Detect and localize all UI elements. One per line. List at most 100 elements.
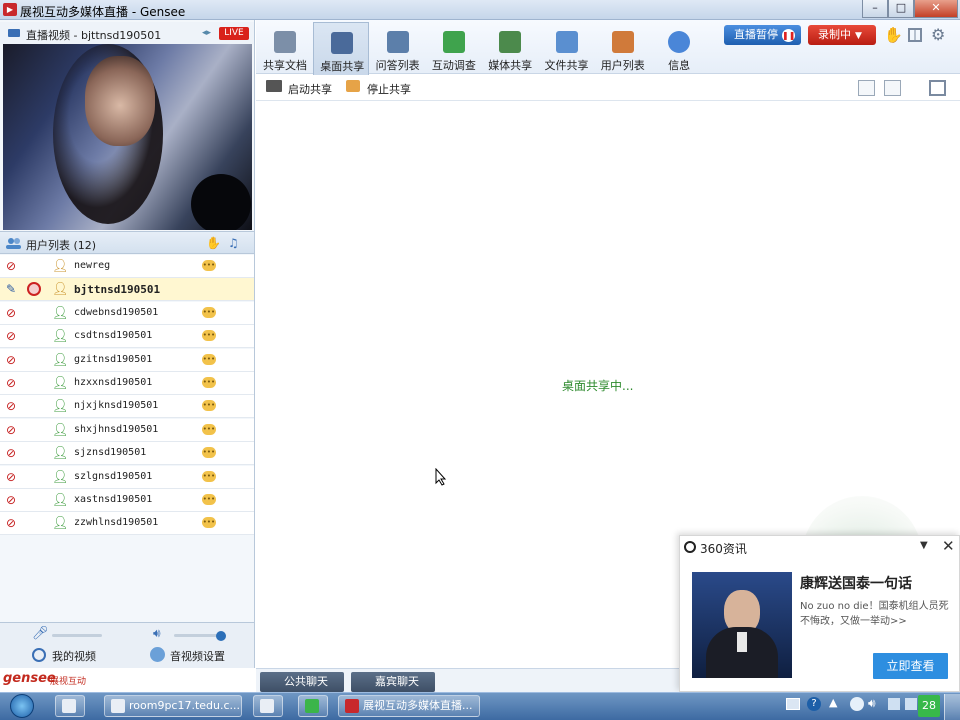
user-row[interactable]: ⊘ 👤︎ gzitnsd190501 ••• [0, 348, 254, 372]
user-row[interactable]: ⊘ 👤︎ newreg ••• [0, 255, 254, 278]
microphone-active-icon[interactable]: ✎ [6, 283, 19, 296]
microphone-muted-icon[interactable]: ⊘ [6, 447, 19, 460]
taskbar-item[interactable] [253, 695, 283, 717]
microphone-muted-icon[interactable]: ⊘ [6, 306, 19, 320]
microphone-muted-icon[interactable]: ⊘ [6, 260, 19, 273]
chat-bubble-icon[interactable]: ••• [202, 260, 216, 271]
user-row[interactable]: ⊘ 👤︎ sjznsd190501 ••• [0, 442, 254, 466]
tab-toolbar-4[interactable]: 媒体共享 [482, 22, 538, 76]
tab-toolbar-0[interactable]: 共享文档 [257, 22, 313, 76]
user-name: xastnsd190501 [74, 494, 153, 505]
mic-volume-slider[interactable] [52, 634, 102, 637]
user-name: gzitnsd190501 [74, 353, 153, 365]
raise-hand-icon[interactable]: ✋ [884, 26, 903, 44]
fit-screen-icon[interactable] [858, 80, 875, 96]
tab-toolbar-1[interactable]: 桌面共享 [313, 22, 370, 76]
speaker-icon[interactable]: 🔊︎ [153, 626, 161, 641]
taskbar-item[interactable] [298, 695, 328, 717]
user-list-title: 用户列表 (12) [26, 239, 97, 252]
minimize-button[interactable]: – [862, 0, 888, 18]
layout-grid-icon[interactable] [908, 28, 922, 42]
chat-bubble-icon[interactable]: ••• [202, 400, 216, 412]
chat-bubble-icon[interactable]: ••• [202, 447, 216, 459]
video-frame-shadow [191, 174, 251, 230]
display-icon[interactable] [888, 698, 900, 710]
user-row[interactable]: ⊘ 👤︎ cdwebnsd190501 ••• [0, 301, 254, 325]
window-titlebar[interactable]: ▶ 展视互动多媒体直播 - Gensee – □ ✕ [0, 0, 960, 20]
news-summary[interactable]: No zuo no die！国泰机组人员死不悔改，又做一举动>> [800, 599, 954, 629]
news-headline[interactable]: 康辉送国泰一句话 [800, 573, 912, 593]
microphone-muted-icon[interactable]: ⊘ [6, 517, 19, 530]
camera-live-icon[interactable] [27, 282, 41, 297]
user-row[interactable]: ⊘ 👤︎ csdtnsd190501 ••• [0, 325, 254, 349]
raise-hand-icon[interactable]: ✋ [206, 236, 221, 250]
chat-bubble-icon[interactable]: ••• [202, 353, 216, 365]
fullscreen-icon[interactable] [929, 80, 946, 96]
user-icon: 👤︎ [52, 329, 69, 345]
view-now-button[interactable]: 立即查看 [873, 653, 948, 679]
chat-bubble-icon[interactable]: ••• [202, 306, 216, 318]
tray-up-icon[interactable]: ▲ [829, 696, 837, 709]
speaker-volume-knob[interactable] [215, 631, 226, 641]
start-button[interactable] [4, 692, 44, 720]
microphone-muted-icon[interactable]: ⊘ [6, 470, 19, 484]
tab-guest-chat[interactable]: 嘉宾聊天 [351, 672, 435, 692]
maximize-button[interactable]: □ [888, 0, 914, 18]
user-row[interactable]: ⊘ 👤︎ shxjhnsd190501 ••• [0, 418, 254, 442]
microphone-muted-icon[interactable]: ⊘ [6, 400, 19, 413]
av-settings-button[interactable]: 音视频设置 [170, 648, 225, 664]
tab-toolbar-6[interactable]: 用户列表 [595, 22, 651, 76]
microphone-muted-icon[interactable]: ⊘ [6, 353, 19, 367]
news-thumbnail[interactable] [692, 572, 792, 678]
news-popup: 360资讯 ▼ ✕ 康辉送国泰一句话 No zuo no die！国泰机组人员死… [679, 535, 960, 692]
chevron-down-icon[interactable]: ▼ [920, 540, 928, 551]
user-row[interactable]: ⊘ 👤︎ njxjknsd190501 ••• [0, 395, 254, 419]
chat-bubble-icon[interactable]: ••• [202, 470, 216, 482]
user-icon: 👤︎ [52, 399, 69, 415]
clock-badge[interactable]: 28 [918, 695, 940, 717]
mute-all-icon[interactable]: ♫ [228, 236, 239, 250]
tab-toolbar-5[interactable]: 文件共享 [539, 22, 595, 76]
toolbar-label: 问答列表 [375, 59, 420, 72]
show-desktop-button[interactable] [944, 694, 960, 720]
microphone-muted-icon[interactable]: ⊘ [6, 423, 19, 437]
taskbar-item[interactable]: room9pc17.tedu.c... [104, 695, 242, 717]
close-icon[interactable]: ✕ [942, 537, 955, 555]
microphone-muted-icon[interactable]: ⊘ [6, 494, 19, 507]
recording-button[interactable]: 录制中 ▼ [808, 25, 876, 45]
user-row[interactable]: ⊘ 👤︎ szlgnsd190501 ••• [0, 465, 254, 489]
taskbar-item[interactable] [55, 695, 85, 717]
chat-bubble-icon[interactable]: ••• [202, 517, 216, 529]
speaker-tray-icon[interactable] [905, 698, 917, 710]
user-row[interactable]: ⊘ 👤︎ hzxxnsd190501 ••• [0, 372, 254, 395]
my-video-button[interactable]: 我的视频 [52, 648, 96, 664]
chat-bubble-icon[interactable]: ••• [202, 330, 216, 342]
user-row[interactable]: ⊘ 👤︎ zzwhlnsd190501 ••• [0, 512, 254, 536]
keyboard-icon[interactable] [786, 698, 800, 710]
start-share-button[interactable]: 启动共享 [288, 81, 332, 97]
microphone-icon[interactable]: 🎤︎ [32, 626, 49, 641]
chat-bubble-icon[interactable]: ••• [202, 377, 216, 388]
user-name: njxjknsd190501 [74, 400, 159, 412]
stop-share-button[interactable]: 停止共享 [367, 81, 411, 97]
microphone-muted-icon[interactable]: ⊘ [6, 330, 19, 343]
chat-bubble-icon[interactable]: ••• [202, 494, 216, 505]
tab-toolbar-7[interactable]: 信息 [651, 22, 707, 76]
tab-toolbar-3[interactable]: 互动调查 [426, 22, 482, 76]
microphone-muted-icon[interactable]: ⊘ [6, 377, 19, 390]
tab-public-chat[interactable]: 公共聊天 [260, 672, 344, 692]
close-button[interactable]: ✕ [914, 0, 958, 18]
network-icon[interactable] [850, 697, 864, 711]
taskbar-item[interactable]: 展视互动多媒体直播... [338, 695, 480, 717]
live-video-stream[interactable] [3, 44, 252, 230]
volume-icon[interactable]: 🔊︎ [868, 696, 876, 711]
user-icon: 👤︎ [52, 446, 69, 462]
user-row[interactable]: ⊘ 👤︎ xastnsd190501 ••• [0, 489, 254, 512]
pause-live-button[interactable]: 直播暂停 ❚❚ [724, 25, 801, 45]
gear-icon[interactable]: ⚙ [931, 25, 945, 44]
actual-size-icon[interactable] [884, 80, 901, 96]
tab-toolbar-2[interactable]: 问答列表 [370, 22, 426, 76]
help-icon[interactable]: ? [807, 697, 821, 711]
chat-bubble-icon[interactable]: ••• [202, 423, 216, 435]
user-row[interactable]: ✎ 👤︎ bjttnsd190501 [0, 278, 254, 302]
